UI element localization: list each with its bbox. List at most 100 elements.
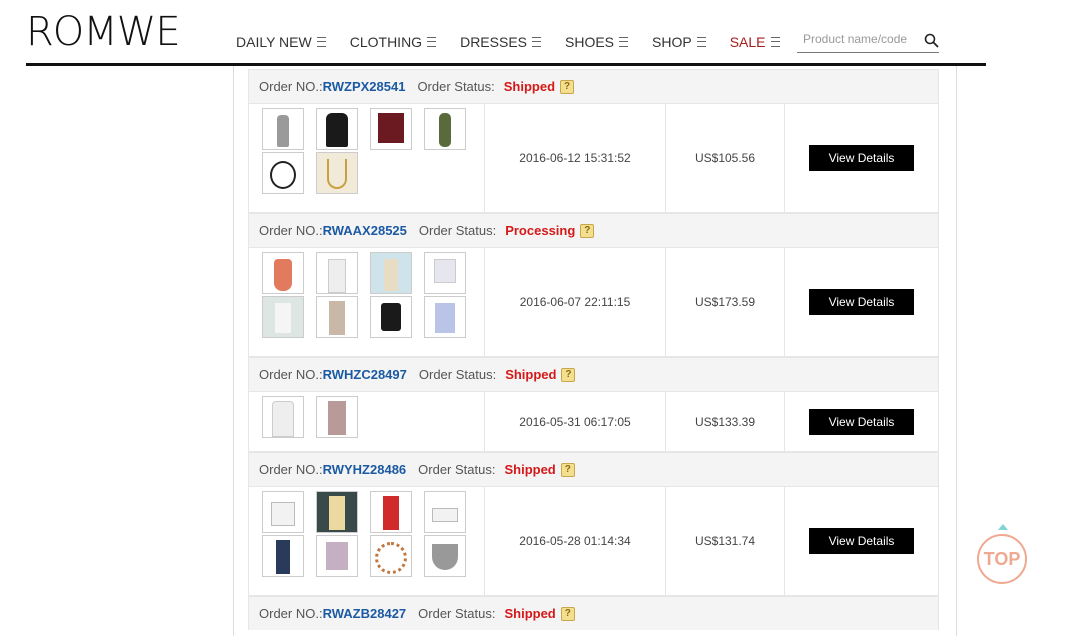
menu-icon: [770, 37, 780, 47]
order-status-label: Order Status:: [417, 79, 495, 94]
product-thumbnail[interactable]: [370, 296, 412, 338]
order-status-label: Order Status:: [418, 223, 497, 238]
nav-label: DRESSES: [460, 34, 527, 50]
order-date: 2016-05-31 06:17:05: [485, 392, 666, 451]
order-header: Order NO.: RWAAX28525 Order Status: Proc…: [248, 213, 939, 247]
order-header: Order NO.: RWYHZ28486 Order Status: Ship…: [248, 452, 939, 486]
romwe-logo[interactable]: ROMWE: [26, 10, 181, 54]
product-thumbnail[interactable]: [316, 535, 358, 577]
search-icon[interactable]: [924, 33, 939, 48]
product-thumbnail[interactable]: [424, 491, 466, 533]
product-thumbnail[interactable]: [424, 296, 466, 338]
product-thumbnail[interactable]: [262, 535, 304, 577]
product-thumbnail[interactable]: [424, 535, 466, 577]
view-details-button[interactable]: View Details: [809, 408, 914, 435]
menu-icon: [532, 37, 541, 47]
order-no-label: Order NO.:: [259, 462, 323, 477]
back-to-top-button[interactable]: TOP: [977, 534, 1027, 584]
nav-daily-new[interactable]: DAILY NEW: [236, 34, 326, 50]
product-thumbnail[interactable]: [370, 108, 412, 150]
product-thumbnail[interactable]: [262, 296, 304, 338]
order-header: Order NO.: RWZPX28541 Order Status: Ship…: [248, 69, 939, 103]
scroll-indicator-icon: [998, 524, 1008, 530]
order-total: US$133.39: [666, 392, 785, 451]
product-thumbnail[interactable]: [370, 535, 412, 577]
order-status: Shipped: [505, 367, 557, 382]
order-no-label: Order NO.:: [259, 223, 323, 238]
nav-label: SHOES: [565, 34, 615, 50]
order-no-label: Order NO.:: [259, 79, 323, 94]
product-thumbnail[interactable]: [262, 396, 304, 438]
product-thumbnail[interactable]: [262, 252, 304, 294]
order-status: Shipped: [504, 462, 556, 477]
menu-icon: [696, 37, 706, 47]
help-icon[interactable]: ?: [560, 606, 575, 621]
order-row: 2016-05-31 06:17:05 US$133.39 View Detai…: [248, 391, 939, 452]
order-no-label: Order NO.:: [259, 606, 323, 621]
product-thumbnail[interactable]: [316, 296, 358, 338]
order-status-label: Order Status:: [418, 462, 496, 477]
product-thumbnail[interactable]: [370, 491, 412, 533]
order-total: US$173.59: [666, 248, 785, 356]
nav-label: SALE: [729, 34, 766, 50]
order-actions: View Details: [785, 487, 938, 595]
product-thumbnail[interactable]: [262, 491, 304, 533]
order-date: 2016-06-12 15:31:52: [485, 104, 666, 212]
order-number[interactable]: RWZPX28541: [323, 79, 406, 94]
product-thumbnail[interactable]: [316, 252, 358, 294]
menu-icon: [619, 37, 629, 47]
order-items: [249, 248, 485, 356]
nav-dresses[interactable]: DRESSES: [460, 34, 541, 50]
nav-clothing[interactable]: CLOTHING: [349, 34, 437, 50]
order-row: 2016-05-28 01:14:34 US$131.74 View Detai…: [248, 486, 939, 596]
order-date: 2016-05-28 01:14:34: [485, 487, 666, 595]
order-status: Processing: [505, 223, 576, 238]
order-items: [249, 104, 485, 212]
product-thumbnail[interactable]: [424, 252, 466, 294]
order-total: US$105.56: [666, 104, 785, 212]
nav-label: SHOP: [652, 34, 692, 50]
product-thumbnail[interactable]: [316, 108, 358, 150]
order-actions: View Details: [785, 392, 938, 451]
order-actions: View Details: [785, 104, 938, 212]
view-details-button[interactable]: View Details: [809, 145, 914, 171]
product-thumbnail[interactable]: [262, 108, 304, 150]
order-row: 2016-06-12 15:31:52 US$105.56 View Detai…: [248, 103, 939, 213]
order-number[interactable]: RWAAX28525: [323, 223, 407, 238]
menu-icon: [316, 37, 326, 47]
help-icon[interactable]: ?: [560, 79, 575, 94]
product-thumbnail[interactable]: [316, 152, 358, 194]
nav-label: CLOTHING: [349, 34, 423, 50]
view-details-button[interactable]: View Details: [809, 528, 914, 554]
order-status-label: Order Status:: [418, 367, 497, 382]
product-thumbnail[interactable]: [316, 491, 358, 533]
help-icon[interactable]: ?: [561, 367, 576, 382]
order-number[interactable]: RWHZC28497: [323, 367, 407, 382]
product-thumbnail[interactable]: [262, 152, 304, 194]
help-icon[interactable]: ?: [560, 462, 575, 477]
main-nav: DAILY NEW CLOTHING DRESSES SHOES SHOP SA…: [236, 34, 804, 50]
order-status-label: Order Status:: [418, 606, 496, 621]
view-details-button[interactable]: View Details: [809, 289, 914, 315]
order-items: [249, 487, 485, 595]
order-number[interactable]: RWYHZ28486: [323, 462, 407, 477]
order-total: US$131.74: [666, 487, 785, 595]
order-number[interactable]: RWAZB28427: [323, 606, 407, 621]
order-actions: View Details: [785, 248, 938, 356]
product-thumbnail[interactable]: [316, 396, 358, 438]
nav-shoes[interactable]: SHOES: [565, 34, 629, 50]
order-list: Order NO.: RWZPX28541 Order Status: Ship…: [248, 69, 939, 630]
product-thumbnail[interactable]: [370, 252, 412, 294]
order-status: Shipped: [504, 606, 556, 621]
product-thumbnail[interactable]: [424, 108, 466, 150]
order-row: 2016-06-07 22:11:15 US$173.59 View Detai…: [248, 247, 939, 357]
search-input[interactable]: [797, 30, 929, 46]
order-items: [249, 392, 485, 451]
help-icon[interactable]: ?: [580, 223, 595, 238]
nav-sale[interactable]: SALE: [730, 34, 780, 50]
order-no-label: Order NO.:: [259, 367, 323, 382]
menu-icon: [427, 37, 437, 47]
order-status: Shipped: [503, 79, 556, 94]
nav-shop[interactable]: SHOP: [652, 34, 706, 50]
nav-label: DAILY NEW: [236, 34, 312, 50]
